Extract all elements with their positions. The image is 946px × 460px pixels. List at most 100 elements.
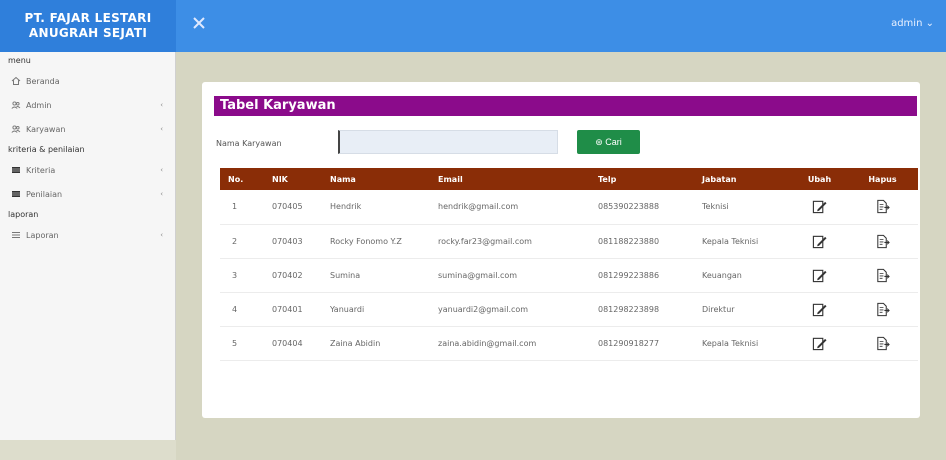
edit-icon[interactable]	[812, 302, 827, 317]
table-cell: 4	[220, 292, 264, 327]
table-cell: 081299223886	[590, 258, 694, 293]
chevron-down-icon: ⌄	[925, 18, 934, 29]
column-header: Jabatan	[694, 168, 792, 190]
edit-cell	[792, 258, 847, 293]
table-cell: 081290918277	[590, 326, 694, 361]
delete-cell	[847, 190, 918, 225]
table-cell: 085390223888	[590, 190, 694, 225]
sidebar-section-heading: kriteria & penilaian	[8, 145, 85, 154]
delete-icon[interactable]	[875, 336, 890, 351]
edit-icon[interactable]	[812, 336, 827, 351]
table-cell: hendrik@gmail.com	[430, 190, 590, 225]
sidebar-section-heading: laporan	[8, 210, 39, 219]
table-cell: 070402	[264, 258, 322, 293]
table-cell: Yanuardi	[322, 292, 430, 327]
grid-icon	[12, 167, 20, 173]
sidebar-item-label: Laporan	[26, 230, 59, 240]
table-cell: sumina@gmail.com	[430, 258, 590, 293]
delete-icon[interactable]	[875, 302, 890, 317]
table-cell: Kepala Teknisi	[694, 224, 792, 259]
edit-icon[interactable]	[812, 268, 827, 283]
table-cell: 3	[220, 258, 264, 293]
delete-icon[interactable]	[875, 234, 890, 249]
table-row: 1 070405 Hendrik hendrik@gmail.com 085390223…	[220, 190, 918, 225]
sidebar-item-beranda[interactable]: Beranda	[0, 69, 175, 93]
table-header-row: No. NIK Nama Email Telp Jabatan Ubah Hapus	[220, 168, 918, 190]
table-cell: Zaina Abidin	[322, 326, 430, 361]
column-header: Ubah	[792, 168, 847, 190]
delete-cell	[847, 258, 918, 293]
home-icon	[11, 76, 21, 85]
table-cell: 2	[220, 224, 264, 259]
sidebar-item-label: Beranda	[26, 76, 60, 86]
edit-cell	[792, 292, 847, 327]
edit-icon[interactable]	[812, 199, 827, 214]
sidebar-item-kriteria[interactable]: Kriteria ‹	[0, 158, 175, 182]
edit-cell	[792, 190, 847, 225]
delete-cell	[847, 326, 918, 361]
sidebar-footer	[0, 440, 176, 460]
sidebar-item-label: Admin	[26, 100, 52, 110]
table-cell: Kepala Teknisi	[694, 326, 792, 361]
users-icon	[11, 101, 21, 109]
sidebar-item-admin[interactable]: Admin ‹	[0, 93, 175, 117]
sidebar-item-karyawan[interactable]: Karyawan ‹	[0, 117, 175, 141]
sidebar-item-label: Kriteria	[26, 165, 56, 175]
column-header: No.	[220, 168, 264, 190]
brand-logo[interactable]: PT. FAJAR LESTARI ANUGRAH SEJATI	[0, 0, 176, 52]
table-cell: 081188223880	[590, 224, 694, 259]
table-cell: Keuangan	[694, 258, 792, 293]
grid-icon	[12, 191, 20, 197]
table-cell: 070403	[264, 224, 322, 259]
delete-cell	[847, 224, 918, 259]
edit-icon[interactable]	[812, 234, 827, 249]
delete-icon[interactable]	[875, 199, 890, 214]
list-icon	[12, 232, 20, 238]
brand-line-1: PT. FAJAR LESTARI	[24, 11, 152, 25]
table-cell: yanuardi2@gmail.com	[430, 292, 590, 327]
edit-cell	[792, 326, 847, 361]
delete-icon[interactable]	[875, 268, 890, 283]
column-header: Hapus	[847, 168, 918, 190]
delete-cell	[847, 292, 918, 327]
table-cell: Rocky Fonomo Y.Z	[322, 224, 430, 259]
chevron-left-icon: ‹	[160, 166, 163, 174]
edit-cell	[792, 224, 847, 259]
sidebar-item-label: Penilaian	[26, 189, 63, 199]
table-row: 2 070403 Rocky Fonomo Y.Z rocky.far23@gmail…	[220, 224, 918, 259]
table-body: 1 070405 Hendrik hendrik@gmail.com 085390223…	[220, 190, 918, 361]
table-row: 4 070401 Yanuardi yanuardi2@gmail.com 081298…	[220, 292, 918, 327]
chevron-left-icon: ‹	[160, 101, 163, 109]
table-cell: Teknisi	[694, 190, 792, 225]
search-label: Nama Karyawan	[216, 139, 282, 148]
table-cell: 070404	[264, 326, 322, 361]
table-cell: 1	[220, 190, 264, 225]
table-cell: Direktur	[694, 292, 792, 327]
chevron-left-icon: ‹	[160, 190, 163, 198]
table-row: 5 070404 Zaina Abidin zaina.abidin@gmail.co…	[220, 326, 918, 361]
table-cell: 070401	[264, 292, 322, 327]
chevron-left-icon: ‹	[160, 125, 163, 133]
table-cell: zaina.abidin@gmail.com	[430, 326, 590, 361]
sidebar: menu Beranda Admin ‹ Karyawan ‹ kriteria & pen…	[0, 52, 176, 460]
user-menu[interactable]: admin ⌄	[891, 18, 934, 29]
close-icon[interactable]	[192, 16, 206, 30]
search-button[interactable]: ⊛ Cari	[577, 130, 640, 154]
content-card: Tabel Karyawan Nama Karyawan ⊛ Cari No. N…	[202, 82, 920, 418]
users-icon	[11, 125, 21, 133]
user-name: admin	[891, 18, 923, 29]
column-header: Telp	[590, 168, 694, 190]
table-cell: 5	[220, 326, 264, 361]
search-input[interactable]	[338, 130, 558, 154]
table-cell: Sumina	[322, 258, 430, 293]
column-header: NIK	[264, 168, 322, 190]
column-header: Email	[430, 168, 590, 190]
sidebar-item-laporan[interactable]: Laporan ‹	[0, 223, 175, 247]
sidebar-item-penilaian[interactable]: Penilaian ‹	[0, 182, 175, 206]
table-cell: rocky.far23@gmail.com	[430, 224, 590, 259]
column-header: Nama	[322, 168, 430, 190]
chevron-left-icon: ‹	[160, 231, 163, 239]
brand-line-2: ANUGRAH SEJATI	[28, 26, 148, 40]
table-cell: 081298223898	[590, 292, 694, 327]
table-row: 3 070402 Sumina sumina@gmail.com 08129922388…	[220, 258, 918, 293]
